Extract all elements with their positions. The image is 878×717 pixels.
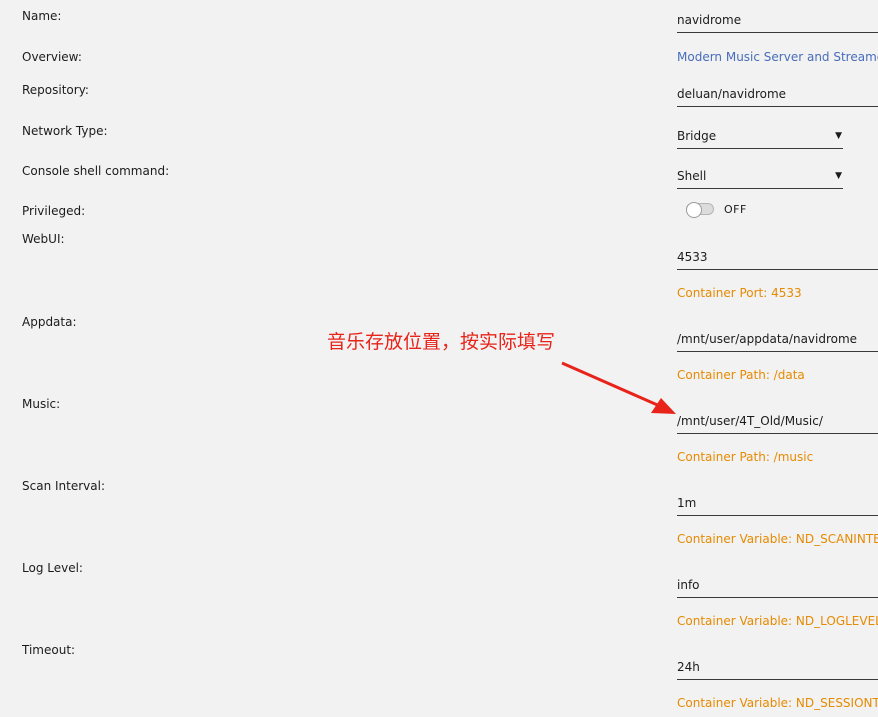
- webui-label: WebUI:: [22, 232, 65, 246]
- log-level-input[interactable]: info: [677, 573, 878, 598]
- appdata-input[interactable]: /mnt/user/appdata/navidrome: [677, 327, 878, 352]
- network-type-value: Bridge: [677, 129, 717, 143]
- chevron-down-icon: ▼: [835, 131, 842, 141]
- name-label: Name:: [22, 9, 62, 23]
- timeout-input[interactable]: 24h: [677, 655, 878, 680]
- music-label: Music:: [22, 397, 61, 411]
- timeout-label: Timeout:: [22, 643, 76, 657]
- name-input[interactable]: navidrome: [677, 8, 878, 33]
- console-shell-label: Console shell command:: [22, 164, 170, 178]
- music-input[interactable]: /mnt/user/4T_Old/Music/: [677, 409, 878, 434]
- timeout-hint: Container Variable: ND_SESSIONTIMEOUT: [677, 696, 878, 710]
- appdata-hint: Container Path: /data: [677, 368, 805, 382]
- overview-label: Overview:: [22, 50, 82, 64]
- scan-interval-hint: Container Variable: ND_SCANINTERVAL: [677, 532, 878, 546]
- scan-interval-label: Scan Interval:: [22, 479, 105, 493]
- toggle-knob: [686, 202, 702, 218]
- annotation-arrow-icon: [561, 361, 676, 414]
- music-hint: Container Path: /music: [677, 450, 814, 464]
- annotation-text: 音乐存放位置，按实际填写: [327, 331, 556, 353]
- chevron-down-icon: ▼: [835, 171, 842, 181]
- webui-hint: Container Port: 4533: [677, 286, 802, 300]
- log-level-label: Log Level:: [22, 561, 83, 575]
- privileged-toggle[interactable]: [686, 202, 714, 218]
- console-shell-value: Shell: [677, 169, 707, 183]
- repository-label: Repository:: [22, 83, 89, 97]
- network-type-select[interactable]: Bridge ▼: [677, 124, 843, 149]
- overview-link[interactable]: Modern Music Server and Streamer: [677, 50, 878, 64]
- webui-input[interactable]: 4533: [677, 245, 878, 270]
- privileged-state: OFF: [724, 203, 747, 216]
- scan-interval-input[interactable]: 1m: [677, 491, 878, 516]
- console-shell-select[interactable]: Shell ▼: [677, 164, 843, 189]
- appdata-label: Appdata:: [22, 315, 77, 329]
- repository-input[interactable]: deluan/navidrome: [677, 82, 878, 107]
- log-level-hint: Container Variable: ND_LOGLEVEL: [677, 614, 878, 628]
- network-type-label: Network Type:: [22, 124, 108, 138]
- privileged-label: Privileged:: [22, 204, 86, 218]
